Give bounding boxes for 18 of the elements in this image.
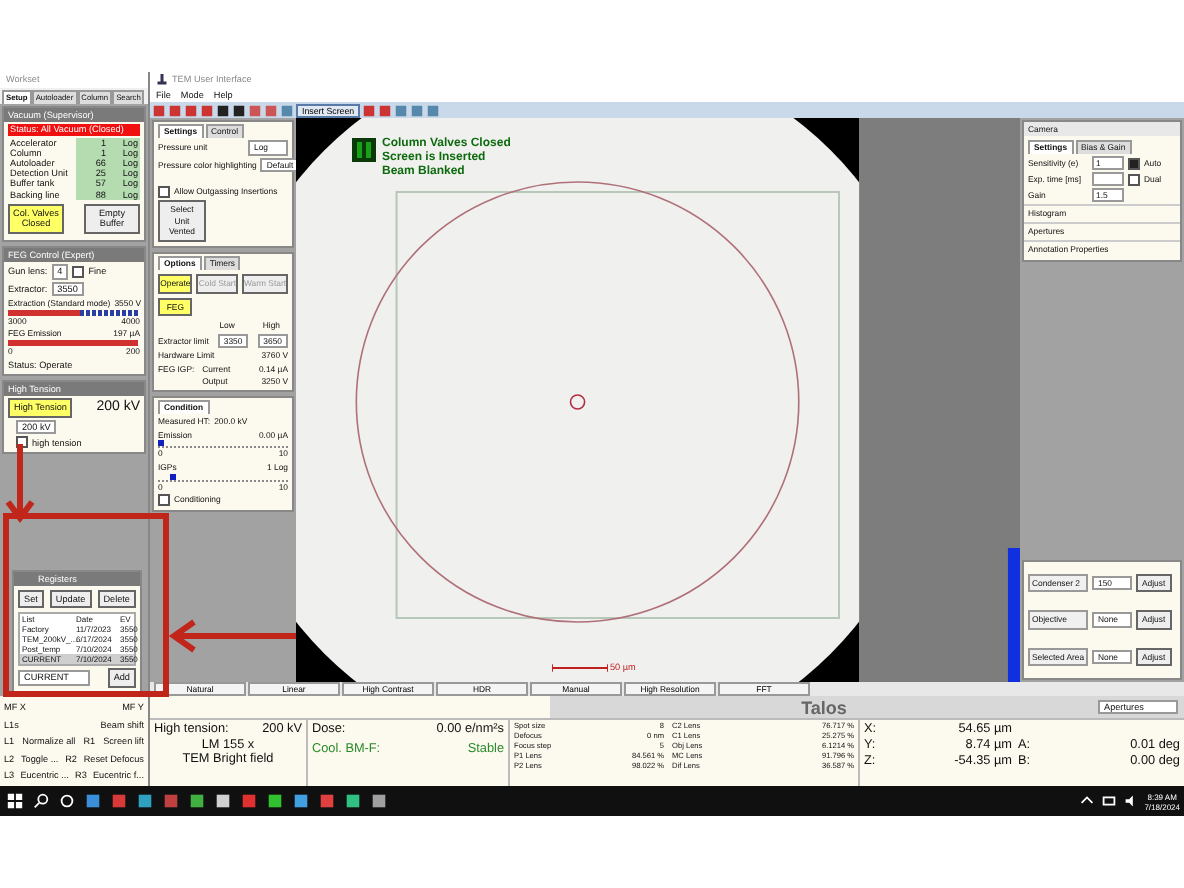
down-arrow <box>5 444 35 523</box>
brand-label: Talos <box>799 697 849 717</box>
checkbox[interactable] <box>1128 173 1140 185</box>
checkbox[interactable] <box>1128 157 1140 169</box>
microscope-icon <box>156 74 168 86</box>
scale-bar <box>552 664 608 673</box>
checkbox[interactable] <box>158 186 170 199</box>
search-icon[interactable] <box>32 792 50 810</box>
slider-thumb[interactable] <box>170 473 177 480</box>
task-view-icon[interactable] <box>58 792 76 810</box>
network-icon[interactable] <box>1100 792 1119 810</box>
left-arrow <box>168 619 296 653</box>
checkbox[interactable] <box>72 265 85 278</box>
setting-field[interactable] <box>1092 172 1124 186</box>
windows-start-icon[interactable] <box>6 792 24 810</box>
checkbox[interactable] <box>158 494 170 507</box>
pause-icon <box>352 138 376 162</box>
slider-thumb[interactable] <box>158 440 164 447</box>
